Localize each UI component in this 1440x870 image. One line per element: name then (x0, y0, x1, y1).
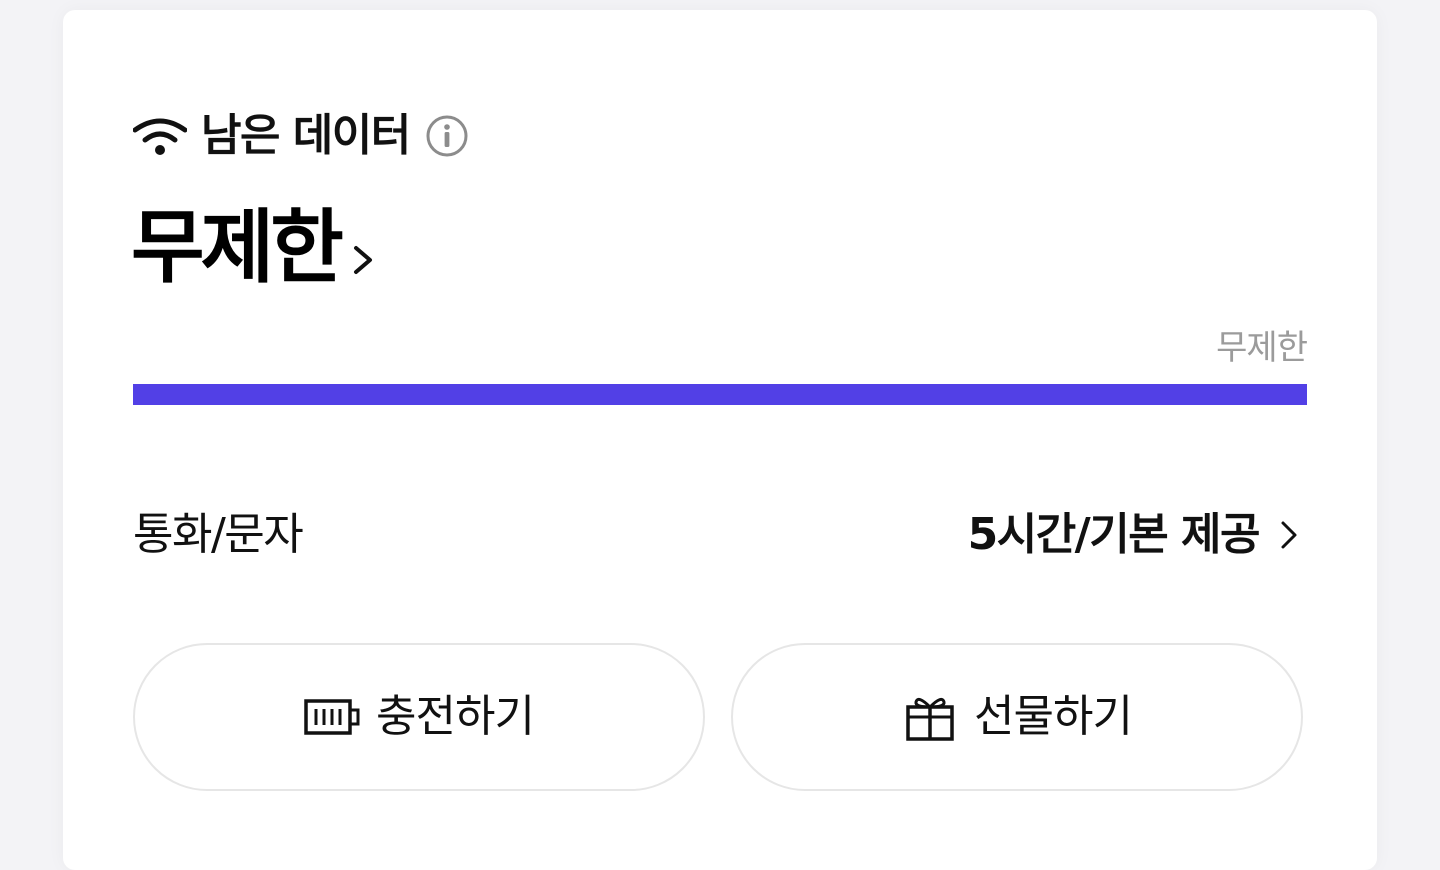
info-icon[interactable] (426, 115, 468, 157)
gift-button-label: 선물하기 (974, 691, 1133, 742)
gift-button[interactable]: 선물하기 (731, 643, 1303, 791)
data-limit-label: 무제한 (1216, 328, 1308, 368)
data-header: 남은 데이터 (133, 110, 468, 162)
charge-button[interactable]: 충전하기 (133, 643, 705, 791)
chevron-right-icon (350, 240, 378, 280)
charge-button-label: 충전하기 (376, 691, 535, 742)
data-header-label: 남은 데이터 (201, 110, 411, 161)
data-usage-card: 남은 데이터 무제한 무제한 통화/문자 5시간/기본 제공 충전하기 선물하기 (63, 10, 1377, 870)
call-sms-value: 5시간/기본 제공 (967, 509, 1261, 560)
wifi-icon (133, 116, 187, 156)
data-remaining-value: 무제한 (131, 201, 344, 294)
gift-icon (902, 693, 958, 741)
battery-icon (304, 693, 360, 741)
data-progress-fill (133, 384, 1307, 405)
call-sms-label: 통화/문자 (133, 509, 304, 560)
chevron-right-icon (1279, 517, 1301, 553)
call-sms-link[interactable]: 5시간/기본 제공 (968, 507, 1301, 563)
data-progress-bar (133, 384, 1307, 405)
data-remaining-link[interactable]: 무제한 (131, 198, 378, 298)
